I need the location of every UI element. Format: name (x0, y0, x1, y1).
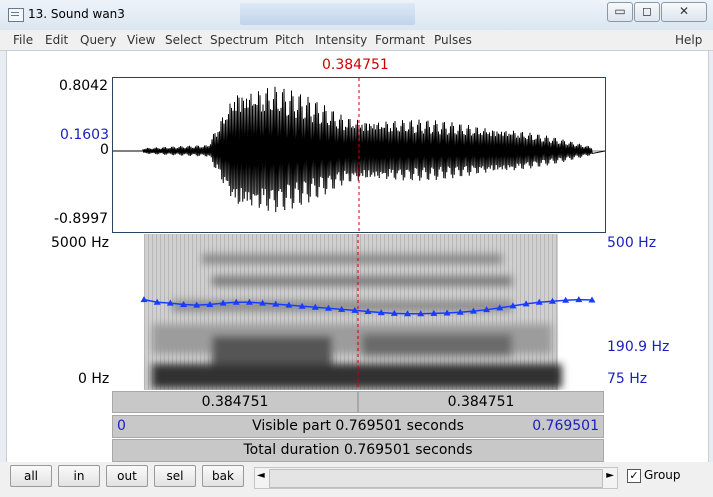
pitch-top-label: 500 Hz (607, 235, 657, 251)
time-segment-left[interactable]: 0.384751 (112, 391, 358, 413)
scroll-right-arrow-icon[interactable]: ► (606, 470, 614, 481)
menu-file[interactable]: File (13, 33, 33, 47)
waveform-plot (113, 78, 605, 232)
menu-edit[interactable]: Edit (45, 33, 68, 47)
minimize-button[interactable]: ▭ (607, 2, 633, 22)
menu-pulses[interactable]: Pulses (434, 33, 472, 47)
visible-end-time: 0.769501 (532, 418, 599, 434)
waveform-panel[interactable] (112, 77, 606, 233)
waveform-zero-label: 0 (100, 142, 109, 158)
zoom-back-button[interactable]: bak (202, 465, 244, 487)
close-button[interactable]: ✕ (661, 2, 707, 22)
spectrogram-bottom-label: 0 Hz (78, 371, 110, 387)
menu-view[interactable]: View (127, 33, 155, 47)
menu-pitch[interactable]: Pitch (275, 33, 304, 47)
menu-select[interactable]: Select (165, 33, 202, 47)
zoom-in-button[interactable]: in (58, 465, 100, 487)
window-title: 13. Sound wan3 (28, 7, 125, 21)
zoom-all-button[interactable]: all (10, 465, 52, 487)
menu-help[interactable]: Help (675, 33, 702, 47)
spectrogram-top-label: 5000 Hz (51, 235, 109, 251)
praat-sound-window: 13. Sound wan3 ▭ ◻ ✕ File Edit Query Vie… (0, 0, 713, 497)
menu-query[interactable]: Query (80, 33, 116, 47)
window-icon (8, 8, 24, 22)
menu-spectrum[interactable]: Spectrum (210, 33, 268, 47)
spectrogram-panel[interactable] (112, 234, 604, 390)
horizontal-scrollbar[interactable]: ◄ ► (254, 467, 618, 489)
background-window-ghost (240, 3, 415, 25)
waveform-cursor-value: 0.1603 (60, 127, 109, 143)
visible-part-text: Visible part 0.769501 seconds (252, 418, 464, 434)
scroll-left-arrow-icon[interactable]: ◄ (257, 470, 265, 481)
pitch-bottom-label: 75 Hz (607, 371, 648, 387)
total-duration-bar[interactable]: Total duration 0.769501 seconds (112, 439, 604, 462)
group-label: Group (644, 468, 681, 482)
scroll-thumb[interactable] (269, 469, 603, 488)
maximize-button[interactable]: ◻ (634, 2, 660, 22)
cursor-time-label: 0.384751 (322, 57, 389, 73)
visible-part-bar[interactable]: 0 Visible part 0.769501 seconds 0.769501 (112, 415, 604, 438)
title-bar[interactable]: 13. Sound wan3 ▭ ◻ ✕ (0, 0, 713, 30)
menu-formant[interactable]: Formant (375, 33, 425, 47)
group-checkbox[interactable]: ✓ (627, 469, 641, 483)
menu-bar: File Edit Query View Select Spectrum Pit… (0, 30, 713, 51)
menu-intensity[interactable]: Intensity (315, 33, 367, 47)
zoom-selection-button[interactable]: sel (154, 465, 196, 487)
pitch-cursor-label: 190.9 Hz (607, 339, 670, 355)
waveform-min-label: -0.8997 (54, 211, 109, 227)
time-segment-right[interactable]: 0.384751 (358, 391, 604, 413)
zoom-out-button[interactable]: out (106, 465, 148, 487)
waveform-max-label: 0.8042 (59, 78, 108, 94)
spectrogram-plot (140, 234, 596, 390)
